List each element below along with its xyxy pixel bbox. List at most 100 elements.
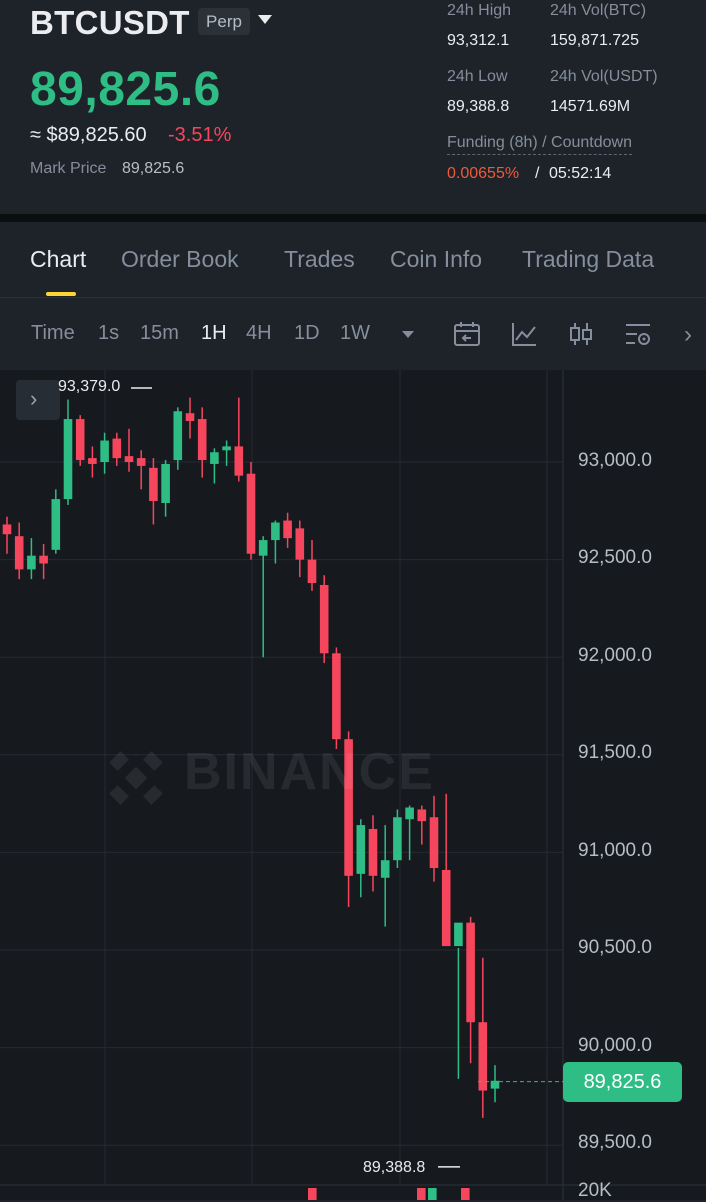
active-tab-indicator [46, 292, 76, 296]
24h-vol-usdt-label: 24h Vol(USDT) [550, 68, 658, 85]
candle-body [295, 528, 305, 560]
section-divider [0, 214, 706, 222]
interval-1d[interactable]: 1D [294, 322, 320, 345]
symbol-title[interactable]: BTCUSDT [30, 4, 190, 42]
funding-label[interactable]: Funding (8h) / Countdown [447, 134, 632, 155]
interval-1s[interactable]: 1s [98, 322, 119, 345]
y-axis-tick: 89,500.0 [578, 1132, 652, 1153]
candle-body [222, 446, 231, 451]
candle-body [2, 524, 12, 535]
volume-bar [461, 1188, 470, 1200]
chart-toolbar: Time 1s 15m 1H 4H 1D 1W › [0, 298, 706, 368]
chevron-right-icon: › [30, 386, 38, 411]
volume-bar [417, 1188, 426, 1200]
24h-low-label: 24h Low [447, 68, 508, 85]
volume-bar [308, 1188, 317, 1200]
tab-coin-info[interactable]: Coin Info [390, 246, 482, 273]
funding-separator: / [535, 165, 540, 182]
mark-price-value: 89,825.6 [122, 160, 185, 177]
interval-1h[interactable]: 1H [201, 322, 227, 345]
y-axis-tick: 90,500.0 [578, 937, 652, 958]
candle-body [39, 555, 48, 564]
candle-body [88, 458, 97, 464]
ticker-header: BTCUSDT Perp 89,825.6 ≈ $89,825.60 -3.51… [0, 0, 706, 214]
high-price-marker: 93,379.0 [58, 378, 121, 395]
change-percent: -3.51% [168, 124, 232, 146]
fiat-price: ≈ $89,825.60 [30, 124, 147, 146]
interval-4h[interactable]: 4H [246, 322, 272, 345]
watermark-text: BINANCE [184, 743, 435, 801]
candle-body [124, 456, 134, 462]
candle-body [307, 559, 317, 584]
candle-body [149, 467, 158, 502]
funding-countdown: 05:52:14 [549, 165, 612, 182]
low-price-marker: 89,388.8 [363, 1159, 426, 1176]
candle-body [429, 817, 439, 869]
interval-1w[interactable]: 1W [340, 322, 370, 345]
candle-body [63, 419, 73, 500]
last-price: 89,825.6 [30, 63, 221, 116]
tab-trades[interactable]: Trades [284, 246, 355, 273]
settings-icon[interactable] [624, 320, 652, 348]
candle-body [112, 438, 122, 459]
candle-body [319, 584, 329, 654]
24h-vol-btc-value: 159,871.725 [550, 32, 639, 49]
candle-body [197, 419, 207, 461]
candle-body [393, 817, 402, 861]
expand-panel-button[interactable]: › [16, 380, 60, 420]
current-price-tag: 89,825.6 [563, 1062, 682, 1102]
candle-body [14, 536, 24, 570]
candle-body [210, 452, 219, 464]
contract-type-badge: Perp [198, 8, 250, 35]
candle-body [161, 463, 170, 503]
candle-body [271, 522, 280, 541]
binance-logo-icon [109, 751, 163, 805]
24h-high-value: 93,312.1 [447, 32, 510, 49]
main-tabs: Chart Order Book Trades Coin Info Tradin… [0, 222, 706, 298]
candle-type-icon[interactable] [567, 320, 595, 348]
candle-body [27, 555, 36, 570]
candle-body [454, 922, 463, 947]
candlestick-chart[interactable]: BINANCE › 93,379.0 89,388.8 93,000.0 92,… [0, 370, 706, 1201]
candle-body [332, 653, 341, 740]
toolbar-more-chevron-icon[interactable]: › [684, 321, 692, 349]
candle-body [136, 458, 146, 466]
candle-body [441, 869, 451, 947]
24h-high-label: 24h High [447, 2, 512, 19]
y-axis-tick: 92,500.0 [578, 547, 652, 568]
24h-vol-btc-label: 24h Vol(BTC) [550, 2, 647, 19]
more-intervals-caret-icon[interactable] [402, 331, 414, 338]
candle-body [478, 1022, 488, 1091]
symbol-dropdown-caret-icon[interactable] [258, 15, 272, 24]
volume-bar [428, 1188, 437, 1200]
candle-body [283, 520, 292, 539]
candle-body [75, 419, 85, 461]
y-axis-tick: 91,000.0 [578, 840, 652, 861]
binance-watermark: BINANCE [96, 738, 476, 818]
y-axis-tick: 91,500.0 [578, 742, 652, 763]
y-axis-tick: 93,000.0 [578, 450, 652, 471]
candle-body [234, 446, 244, 476]
y-axis-tick: 90,000.0 [578, 1035, 652, 1056]
interval-15m[interactable]: 15m [140, 322, 179, 345]
24h-low-value: 89,388.8 [447, 98, 510, 115]
indicator-icon[interactable] [510, 320, 538, 348]
calendar-icon[interactable] [453, 320, 481, 348]
tab-chart[interactable]: Chart [30, 246, 86, 273]
candle-body [185, 413, 195, 422]
candle-body [356, 825, 366, 874]
interval-time[interactable]: Time [31, 322, 75, 345]
candle-body [258, 540, 268, 556]
volume-axis-tick: 20K [578, 1180, 612, 1201]
tab-trading-data[interactable]: Trading Data [522, 246, 654, 273]
y-axis-tick: 92,000.0 [578, 645, 652, 666]
candle-body [100, 440, 109, 462]
candle-body [368, 828, 378, 876]
funding-rate: 0.00655% [447, 165, 520, 182]
candle-body [380, 860, 390, 878]
tab-order-book[interactable]: Order Book [121, 246, 239, 273]
24h-vol-usdt-value: 14571.69M [550, 98, 631, 115]
candle-body [466, 922, 475, 1023]
candle-body [246, 473, 256, 554]
candle-body [51, 499, 61, 550]
